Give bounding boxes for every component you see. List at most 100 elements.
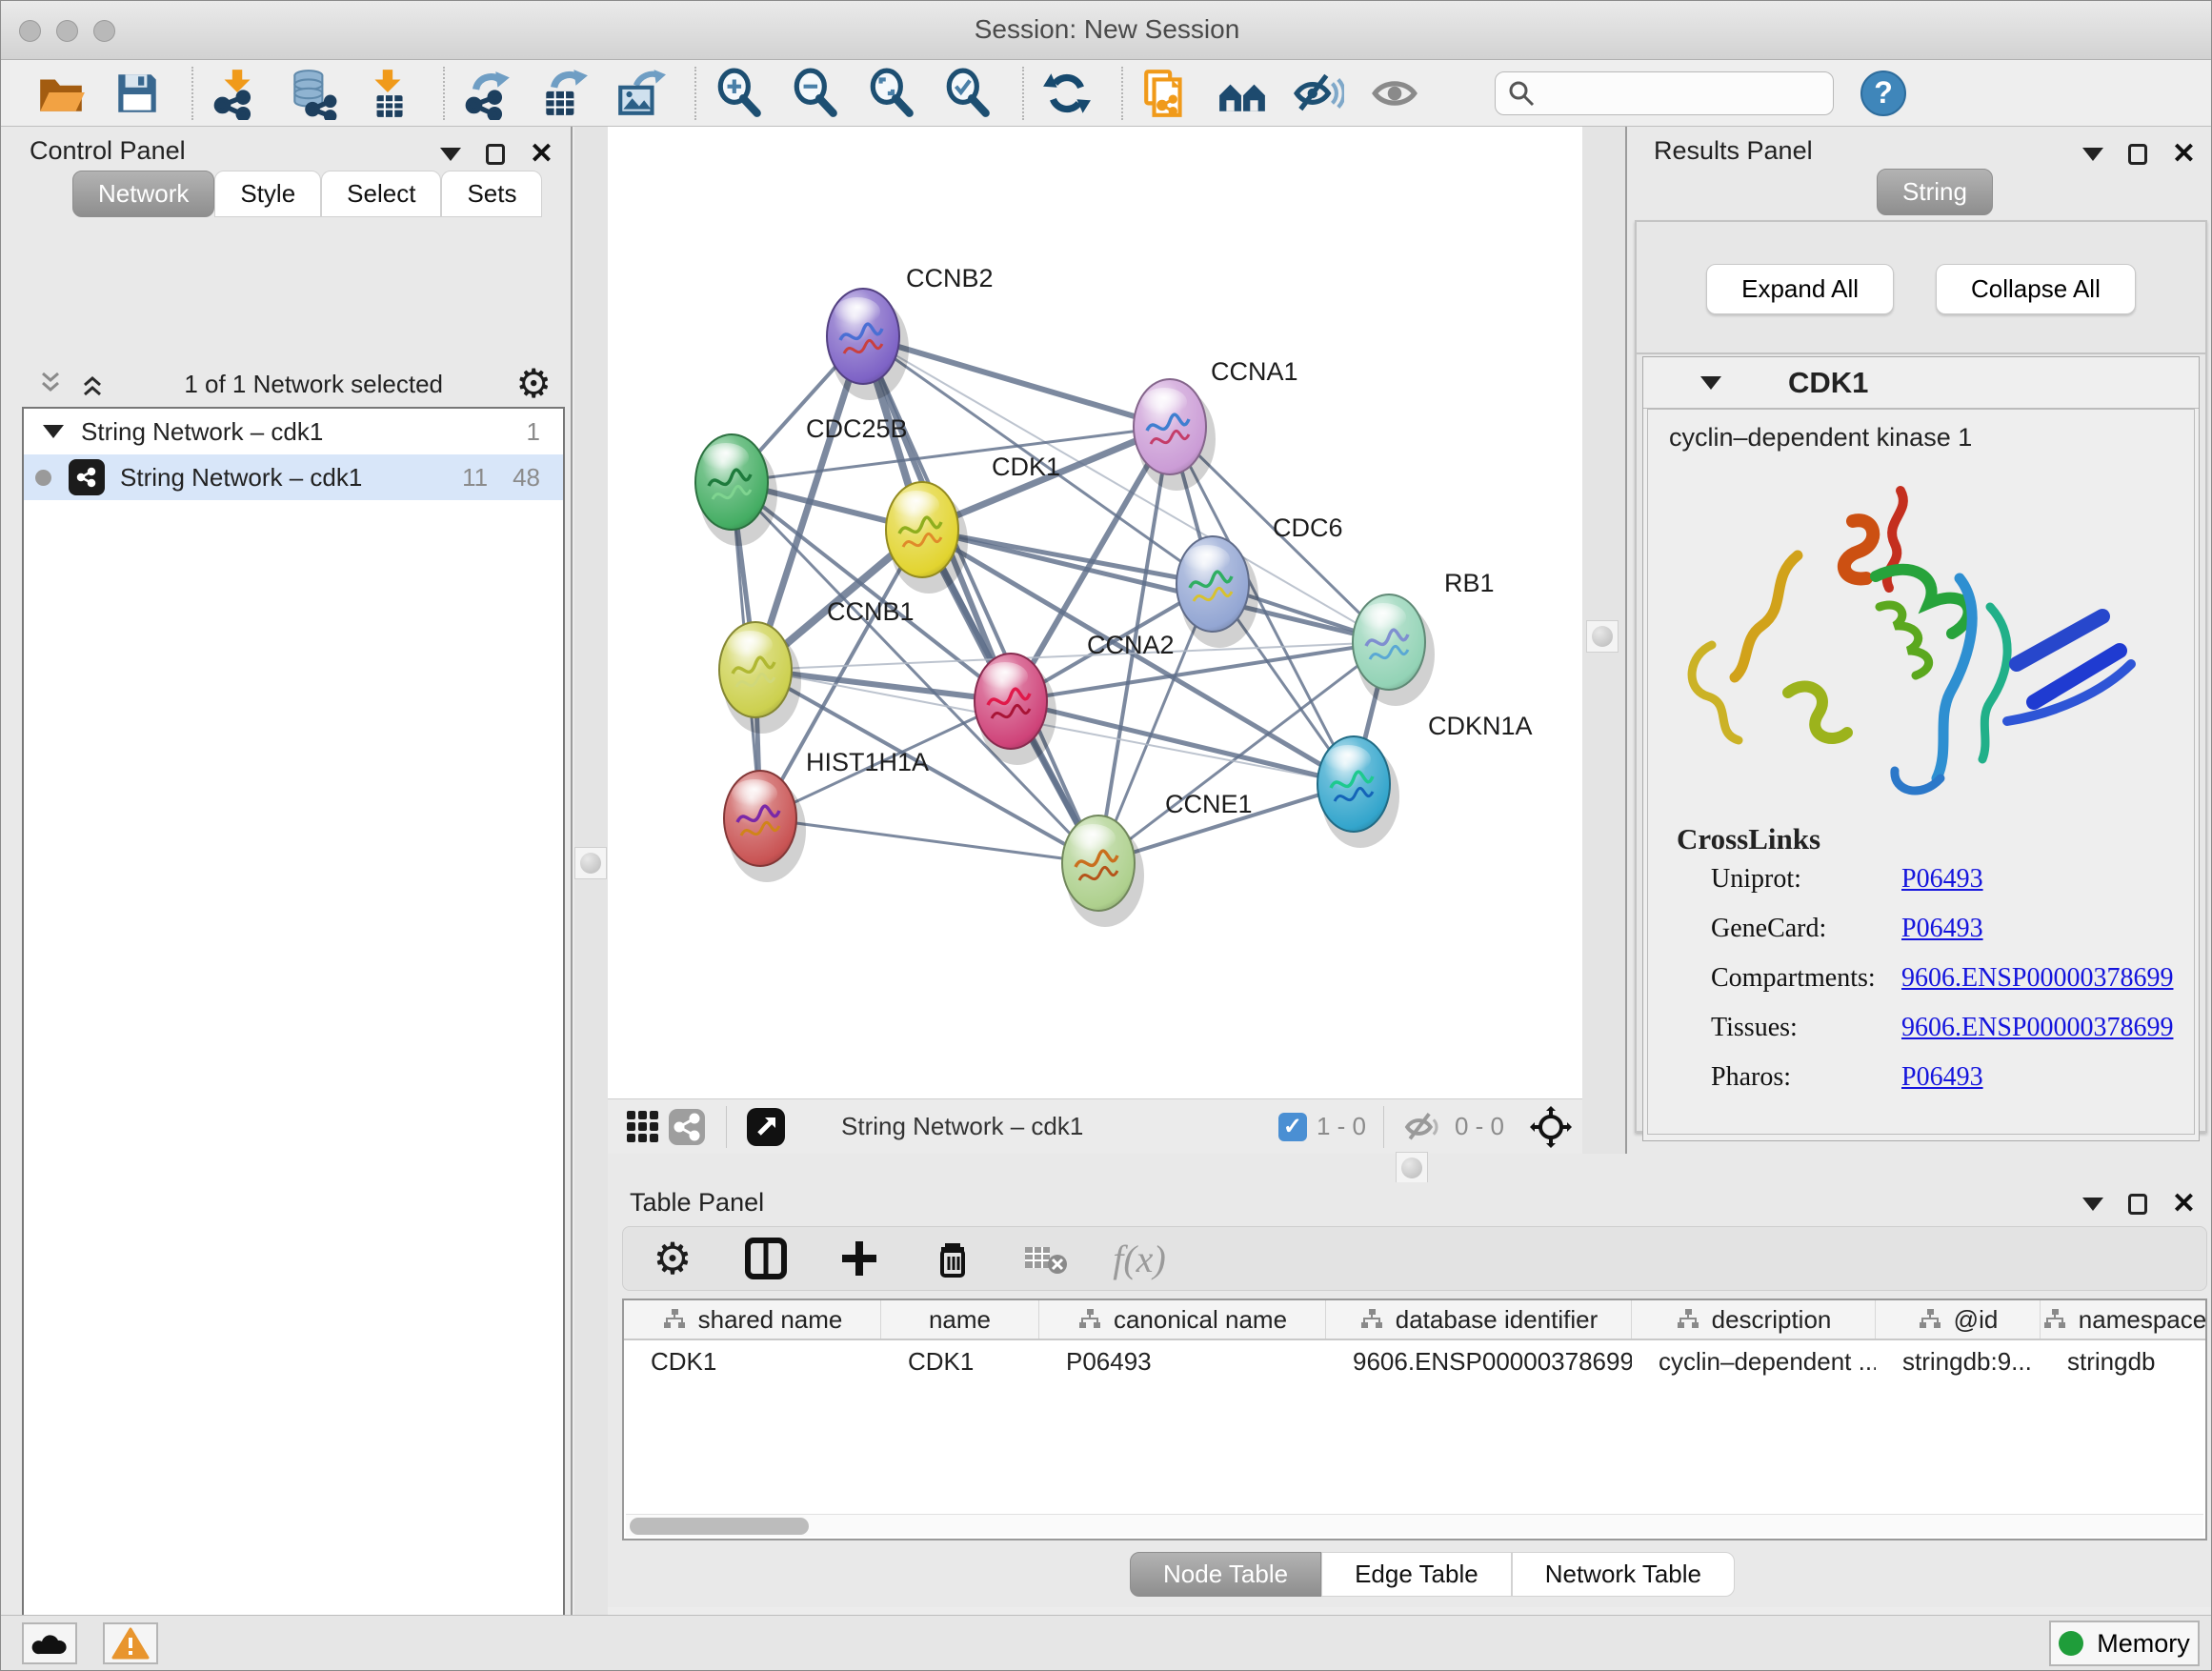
tab-network-table[interactable]: Network Table (1512, 1552, 1735, 1597)
collapse-panel-icon[interactable] (2082, 148, 2103, 161)
save-session-button[interactable] (110, 66, 165, 121)
import-table-button[interactable] (361, 66, 416, 121)
collapse-all-button[interactable]: Collapse All (1936, 264, 2136, 314)
gene-caret-icon[interactable] (1700, 376, 1721, 390)
table-cell[interactable]: cyclin–dependent ... (1632, 1347, 1876, 1377)
tab-node-table[interactable]: Node Table (1130, 1552, 1321, 1597)
network-edge[interactable] (863, 336, 1170, 427)
crosslink-value-link[interactable]: P06493 (1901, 1062, 1983, 1093)
network-node-ccne1[interactable]: CCNE1 (1062, 790, 1253, 927)
tab-sets[interactable]: Sets (441, 171, 542, 217)
collapse-panel-icon[interactable] (2082, 1198, 2103, 1211)
apply-style-refresh-button[interactable] (1039, 66, 1095, 121)
search-icon (1507, 79, 1536, 108)
network-collection-row[interactable]: String Network – cdk1 1 (24, 409, 563, 454)
column-header-database-identifier[interactable]: database identifier (1326, 1300, 1632, 1339)
column-header-canonical-name[interactable]: canonical name (1039, 1300, 1326, 1339)
show-columns-icon[interactable] (741, 1234, 791, 1283)
horizontal-scrollbar[interactable] (626, 1514, 2203, 1537)
network-node-cdkn1a[interactable]: CDKN1A (1317, 712, 1533, 848)
import-network-button[interactable] (209, 66, 264, 121)
import-network-from-database-button[interactable] (285, 66, 340, 121)
collapse-all-chevron-icon[interactable] (37, 370, 70, 398)
show-all-button[interactable] (1367, 66, 1422, 121)
crosslink-value-link[interactable]: 9606.ENSP00000378699 (1901, 1013, 2173, 1043)
zoom-selected-button[interactable] (940, 66, 995, 121)
cloud-button[interactable] (22, 1622, 77, 1664)
table-cell[interactable]: 9606.ENSP00000378699 (1326, 1347, 1632, 1377)
collection-caret-icon[interactable] (43, 425, 64, 438)
close-panel-icon[interactable]: ✕ (530, 144, 553, 165)
expand-all-chevron-icon[interactable] (79, 370, 111, 398)
export-network-button[interactable] (460, 66, 515, 121)
hidden-eye-slash-icon[interactable] (1401, 1105, 1445, 1149)
collapse-panel-icon[interactable] (440, 148, 461, 161)
network-node-cdk1[interactable]: CDK1 (886, 453, 1060, 594)
memory-button[interactable]: Memory (2049, 1621, 2200, 1666)
first-neighbors-button[interactable] (1215, 66, 1270, 121)
crosslink-value-link[interactable]: 9606.ENSP00000378699 (1901, 963, 2173, 994)
right-splitter[interactable] (1582, 127, 1625, 1154)
warnings-button[interactable] (103, 1622, 158, 1664)
table-row[interactable]: CDK1CDK1P064939606.ENSP00000378699cyclin… (624, 1340, 2205, 1382)
close-panel-icon[interactable]: ✕ (2172, 1194, 2196, 1215)
function-builder-icon[interactable]: f(x) (1115, 1234, 1164, 1283)
export-table-button[interactable] (536, 66, 592, 121)
crosslink-value-link[interactable]: P06493 (1901, 914, 1983, 944)
left-splitter-handle[interactable] (574, 847, 607, 879)
delete-table-icon[interactable] (1021, 1234, 1071, 1283)
network-options-gear-icon[interactable]: ⚙ (515, 364, 552, 404)
tab-style[interactable]: Style (214, 171, 321, 217)
network-canvas[interactable]: CCNB2CCNA1CDC25BCDK1CDC6RB1CCNB1CCNA2CDK… (608, 127, 1582, 1098)
search-input[interactable] (1543, 79, 1820, 108)
help-button[interactable]: ? (1860, 70, 1906, 116)
right-splitter-handle[interactable] (1586, 620, 1619, 653)
create-column-plus-icon[interactable] (835, 1234, 884, 1283)
birdseye-view-icon[interactable] (744, 1105, 788, 1149)
scrollbar-thumb[interactable] (630, 1518, 809, 1535)
table-cell[interactable]: stringdb (2041, 1347, 2207, 1377)
close-panel-icon[interactable]: ✕ (2172, 144, 2196, 165)
delete-column-trash-icon[interactable] (928, 1234, 977, 1283)
network-node-ccnb2[interactable]: CCNB2 (827, 264, 994, 400)
new-network-from-selection-button[interactable] (1138, 66, 1194, 121)
tab-string[interactable]: String (1877, 169, 1993, 215)
network-edge[interactable] (1011, 701, 1354, 784)
bottom-splitter-handle[interactable] (1396, 1152, 1428, 1184)
table-cell[interactable]: CDK1 (624, 1347, 881, 1377)
table-cell[interactable]: stringdb:9... (1876, 1347, 2041, 1377)
network-overview-share-icon[interactable] (665, 1105, 709, 1149)
network-node-rb1[interactable]: RB1 (1353, 569, 1495, 706)
float-panel-icon[interactable] (486, 144, 505, 165)
left-splitter[interactable] (574, 127, 608, 1615)
tab-network[interactable]: Network (72, 171, 214, 217)
grid-view-icon[interactable] (621, 1105, 665, 1149)
gene-section-header[interactable]: CDK1 (1643, 357, 2199, 409)
column-header-description[interactable]: description (1632, 1300, 1876, 1339)
network-edge[interactable] (760, 818, 1098, 863)
column-header-name[interactable]: name (881, 1300, 1039, 1339)
bottom-splitter[interactable] (608, 1154, 2212, 1182)
network-row[interactable]: String Network – cdk1 11 48 (24, 454, 563, 500)
zoom-in-button[interactable] (712, 66, 767, 121)
zoom-fit-button[interactable] (864, 66, 919, 121)
hide-selected-button[interactable] (1291, 66, 1346, 121)
export-image-button[interactable] (613, 66, 668, 121)
table-options-gear-icon[interactable]: ⚙ (648, 1234, 697, 1283)
tab-edge-table[interactable]: Edge Table (1321, 1552, 1512, 1597)
table-cell[interactable]: CDK1 (881, 1347, 1039, 1377)
column-header-shared-name[interactable]: shared name (624, 1300, 881, 1339)
zoom-out-button[interactable] (788, 66, 843, 121)
table-cell[interactable]: P06493 (1039, 1347, 1326, 1377)
column-header-namespace[interactable]: namespace (2041, 1300, 2207, 1339)
toolbar-separator (1383, 1106, 1384, 1148)
selected-nodes-checkbox[interactable]: ✓ (1278, 1113, 1307, 1141)
float-panel-icon[interactable] (2128, 144, 2147, 165)
tab-select[interactable]: Select (321, 171, 441, 217)
fit-content-crosshair-icon[interactable] (1529, 1105, 1573, 1149)
crosslink-value-link[interactable]: P06493 (1901, 864, 1983, 895)
column-header-id[interactable]: @id (1876, 1300, 2041, 1339)
expand-all-button[interactable]: Expand All (1706, 264, 1894, 314)
open-session-button[interactable] (33, 66, 89, 121)
float-panel-icon[interactable] (2128, 1194, 2147, 1215)
